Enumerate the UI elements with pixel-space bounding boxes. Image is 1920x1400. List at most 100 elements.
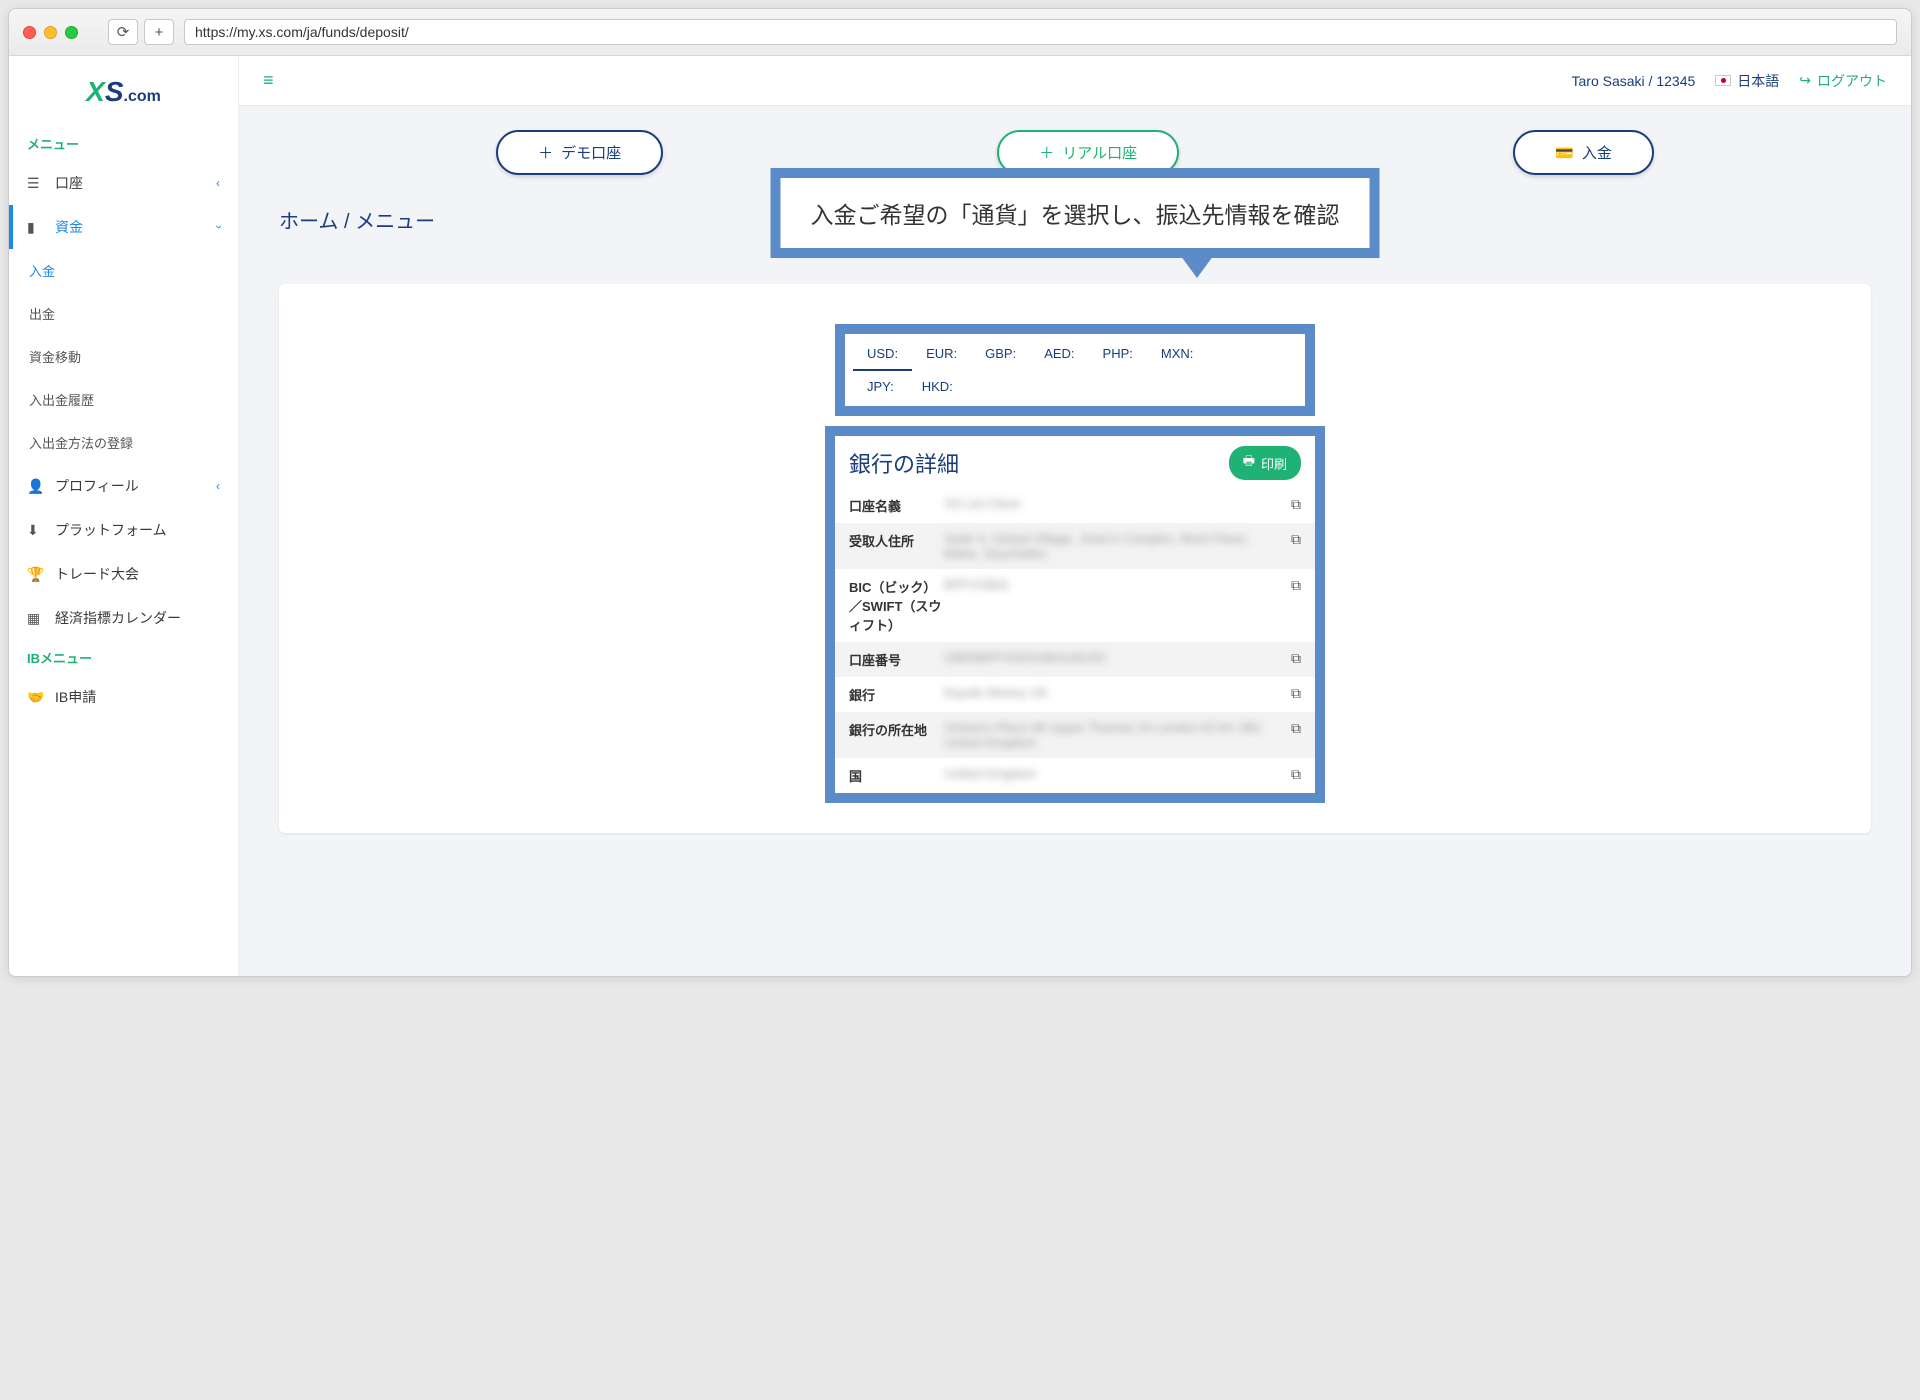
details-value: Suite 3, Global Village, Jivan's Complex…	[944, 531, 1283, 561]
copy-icon[interactable]: ⧉	[1283, 577, 1301, 634]
new-tab-button[interactable]: +	[144, 19, 174, 45]
user-info[interactable]: Taro Sasaki / 12345	[1572, 73, 1696, 89]
currency-tab-hkd[interactable]: HKD:	[908, 371, 967, 402]
copy-icon[interactable]: ⧉	[1283, 531, 1301, 561]
sidebar-item-platform[interactable]: ⬇ プラットフォーム	[9, 508, 238, 552]
print-button[interactable]: 🖶 印刷	[1229, 446, 1301, 480]
sidebar-label: トレード大会	[55, 564, 139, 584]
print-icon: 🖶	[1243, 452, 1255, 474]
user-icon: 👤	[27, 478, 43, 495]
sidebar-label: 入出金方法の登録	[29, 433, 133, 452]
sidebar-label: IB申請	[55, 687, 96, 707]
wallet-icon: ▮	[27, 219, 43, 236]
button-label: 入金	[1582, 142, 1612, 163]
chevron-down-icon: ‹	[211, 225, 225, 229]
handshake-icon: 🤝	[27, 689, 43, 706]
details-label: 口座名義	[849, 496, 944, 515]
maximize-window-icon[interactable]	[65, 26, 78, 39]
sidebar-item-profile[interactable]: 👤 プロフィール ‹	[9, 464, 238, 508]
url-input[interactable]	[184, 19, 1897, 45]
language-selector[interactable]: 日本語	[1715, 71, 1779, 91]
details-row: 受取人住所Suite 3, Global Village, Jivan's Co…	[835, 523, 1315, 569]
bank-details-title: 銀行の詳細	[849, 447, 959, 479]
sidebar-label: 出金	[29, 304, 55, 323]
details-value: Vintners Place 68 Upper Thames St London…	[944, 720, 1283, 750]
print-label: 印刷	[1261, 454, 1287, 473]
topbar: ≡ Taro Sasaki / 12345 日本語 ↪ ログアウト	[239, 56, 1911, 106]
currency-tab-eur[interactable]: EUR:	[912, 338, 971, 371]
button-label: リアル口座	[1062, 142, 1137, 163]
language-label: 日本語	[1737, 71, 1779, 91]
details-value: XS Ltd Client	[944, 496, 1283, 515]
trophy-icon: 🏆	[27, 566, 43, 583]
ib-menu-header: IBメニュー	[9, 640, 238, 675]
details-row: 銀行の所在地Vintners Place 68 Upper Thames St …	[835, 712, 1315, 758]
logo: XS.com	[9, 64, 238, 126]
demo-account-button[interactable]: ＋ デモ口座	[496, 130, 663, 175]
currency-tab-php[interactable]: PHP:	[1089, 338, 1147, 371]
minimize-window-icon[interactable]	[44, 26, 57, 39]
chevron-left-icon: ‹	[216, 479, 220, 493]
copy-icon[interactable]: ⧉	[1283, 766, 1301, 785]
browser-titlebar: ⟳ +	[9, 9, 1911, 56]
sidebar-label: 口座	[55, 173, 83, 193]
details-label: 銀行の所在地	[849, 720, 944, 750]
sidebar-label: 入金	[29, 261, 55, 280]
details-row: 銀行Equals Money UK⧉	[835, 677, 1315, 712]
copy-icon[interactable]: ⧉	[1283, 685, 1301, 704]
sidebar-item-deposit[interactable]: 入金	[9, 249, 238, 292]
details-row: 口座番号GB00BPFV0201984146150⧉	[835, 642, 1315, 677]
deposit-button[interactable]: 💳 入金	[1513, 130, 1654, 175]
main-content: ≡ Taro Sasaki / 12345 日本語 ↪ ログアウト ＋ デモ口座	[239, 56, 1911, 976]
logout-label: ログアウト	[1817, 71, 1887, 91]
sidebar-item-transfer[interactable]: 資金移動	[9, 335, 238, 378]
currency-tab-jpy[interactable]: JPY:	[853, 371, 908, 402]
annotation-callout: 入金ご希望の「通貨」を選択し、振込先情報を確認	[771, 168, 1380, 258]
menu-header: メニュー	[9, 126, 238, 161]
sidebar-item-withdraw[interactable]: 出金	[9, 292, 238, 335]
plus-icon: ＋	[1039, 142, 1054, 163]
sidebar-item-calendar[interactable]: ▦ 経済指標カレンダー	[9, 596, 238, 640]
deposit-card: USD:EUR:GBP:AED:PHP:MXN: JPY:HKD: 銀行の詳細 🖶…	[279, 284, 1871, 833]
button-label: デモ口座	[561, 142, 621, 163]
currency-tab-usd[interactable]: USD:	[853, 338, 912, 371]
sidebar-item-history[interactable]: 入出金履歴	[9, 378, 238, 421]
logo-suffix: .com	[124, 88, 161, 105]
user-label: Taro Sasaki / 12345	[1572, 73, 1696, 89]
copy-icon[interactable]: ⧉	[1283, 650, 1301, 669]
logout-button[interactable]: ↪ ログアウト	[1799, 71, 1887, 91]
sidebar-label: 資金	[55, 217, 83, 237]
sidebar-item-funds[interactable]: ▮ 資金 ‹	[9, 205, 238, 249]
details-value: BPFVGB2L	[944, 577, 1283, 634]
sidebar-item-contest[interactable]: 🏆 トレード大会	[9, 552, 238, 596]
copy-icon[interactable]: ⧉	[1283, 720, 1301, 750]
bank-details-box: 銀行の詳細 🖶 印刷 口座名義XS Ltd Client⧉受取人住所Suite …	[825, 426, 1325, 803]
close-window-icon[interactable]	[23, 26, 36, 39]
sidebar-label: 経済指標カレンダー	[55, 608, 181, 628]
sidebar-item-account[interactable]: ☰ 口座 ‹	[9, 161, 238, 205]
calendar-icon: ▦	[27, 610, 43, 627]
currency-tab-aed[interactable]: AED:	[1030, 338, 1088, 371]
details-value: GB00BPFV0201984146150	[944, 650, 1283, 669]
hamburger-icon[interactable]: ≡	[263, 70, 274, 91]
details-value: United Kingdom	[944, 766, 1283, 785]
plus-icon: ＋	[538, 142, 553, 163]
sidebar-item-register-method[interactable]: 入出金方法の登録	[9, 421, 238, 464]
currency-tab-gbp[interactable]: GBP:	[971, 338, 1030, 371]
logout-icon: ↪	[1799, 72, 1811, 89]
sidebar-label: 資金移動	[29, 347, 81, 366]
details-value: Equals Money UK	[944, 685, 1283, 704]
details-label: 口座番号	[849, 650, 944, 669]
details-label: 銀行	[849, 685, 944, 704]
currency-selector-box: USD:EUR:GBP:AED:PHP:MXN: JPY:HKD:	[835, 324, 1315, 416]
details-label: BIC（ビック）／SWIFT（スウィフト）	[849, 577, 944, 634]
sidebar-item-ib-apply[interactable]: 🤝 IB申請	[9, 675, 238, 719]
sidebar: XS.com メニュー ☰ 口座 ‹ ▮ 資金 ‹ 入金 出金 資金移動 入出金…	[9, 56, 239, 976]
card-icon: 💳	[1555, 144, 1574, 162]
list-icon: ☰	[27, 175, 43, 192]
details-row: BIC（ビック）／SWIFT（スウィフト）BPFVGB2L⧉	[835, 569, 1315, 642]
reload-button[interactable]: ⟳	[108, 19, 138, 45]
currency-tab-mxn[interactable]: MXN:	[1147, 338, 1208, 371]
copy-icon[interactable]: ⧉	[1283, 496, 1301, 515]
details-label: 国	[849, 766, 944, 785]
